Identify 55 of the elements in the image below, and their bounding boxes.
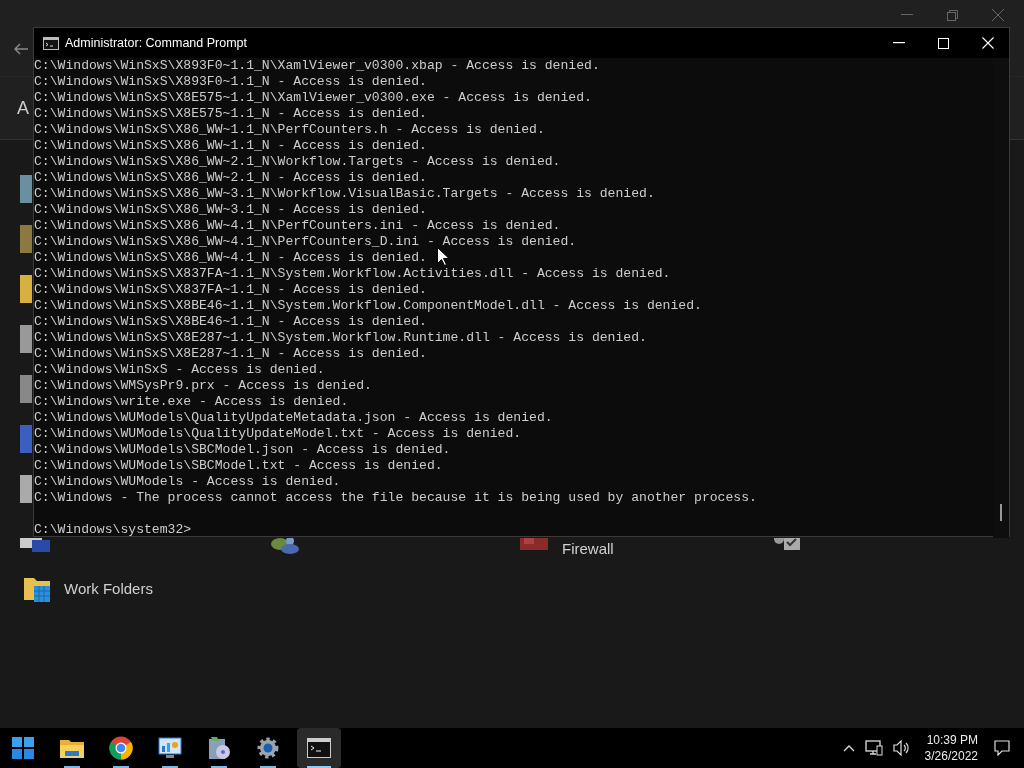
- mouse-cursor-icon: [437, 247, 449, 266]
- clock-date[interactable]: 3/26/2022: [924, 748, 978, 764]
- console-line: C:\Windows\WinSxS\X837FA~1.1_N\System.Workflow.Activities.dll - Access is denied.: [34, 266, 671, 282]
- control-panel-link[interactable]: Work Folders: [64, 579, 153, 597]
- folder-icon: [60, 738, 84, 758]
- monitor-chart-icon: [158, 737, 182, 759]
- browser-icon: [109, 736, 133, 760]
- console-line: C:\Windows\WinSxS\X86_WW~4.1_N\PerfCounters.ini - Access is denied.: [34, 218, 561, 234]
- taskbar-button[interactable]: [297, 728, 341, 768]
- console-line: C:\Windows\WinSxS\X8BE46~1.1_N\System.Workflow.ComponentModel.dll - Access is denied.: [34, 298, 702, 314]
- notification-icon[interactable]: [994, 740, 1010, 756]
- console-line: C:\Windows\WUModels\QualityUpdateModel.txt - Access is denied.: [34, 426, 522, 442]
- console-line: C:\Windows\WinSxS\X86_WW~1.1_N - Access is denied.: [34, 138, 427, 154]
- console-line: C:\Windows\WinSxS\X8E287~1.1_N - Access is denied.: [34, 346, 427, 362]
- settings-icon: [256, 736, 280, 760]
- console-line: C:\Windows\WUModels\SBCModel.txt - Access is denied.: [34, 458, 443, 474]
- console-line: C:\Windows\WinSxS\X86_WW~3.1_N\Workflow.VisualBasic.Targets - Access is denied.: [34, 186, 655, 202]
- maximize-icon[interactable]: [938, 37, 949, 49]
- console-line: C:\Windows\WinSxS\X86_WW~4.1_N - Access is denied.: [34, 250, 427, 266]
- users-icon: [270, 538, 300, 554]
- console-line: C:\Windows\WinSxS\X86_WW~4.1_N\PerfCounters_D.ini - Access is denied.: [34, 234, 577, 250]
- console-line: C:\Windows\WinSxS\X8E575~1.1_N\XamlViewer_v0300.exe - Access is denied.: [34, 90, 592, 106]
- console-line: C:\Windows\WinSxS\X86_WW~2.1_N - Access is denied.: [34, 170, 427, 186]
- console-line: C:\Windows\WinSxS\X86_WW~3.1_N - Access is denied.: [34, 202, 427, 218]
- console-line: C:\Windows\WinSxS\X837FA~1.1_N - Access is denied.: [34, 282, 427, 298]
- console-line: C:\Windows\WMSysPr9.prx - Access is denied.: [34, 378, 372, 394]
- console-line: C:\Windows\WinSxS\X8E575~1.1_N - Access is denied.: [34, 106, 427, 122]
- console-line: C:\Windows\WUModels\SBCModel.json - Access is denied.: [34, 442, 451, 458]
- console-line: C:\Windows\WinSxS\X893F0~1.1_N - Access is denied.: [34, 74, 427, 90]
- console-line: C:\Windows\WinSxS\X8E287~1.1_N\System.Workflow.Runtime.dll - Access is denied.: [34, 330, 647, 346]
- minimize-icon[interactable]: [893, 42, 905, 44]
- package-disc-icon: [207, 735, 231, 761]
- console-line: C:\Windows - The process cannot access the file because it is being used by another process.: [34, 490, 757, 506]
- terminal-icon: [307, 738, 331, 758]
- clock-time[interactable]: 10:39 PM: [926, 732, 978, 748]
- console-line: C:\Windows\WinSxS\X86_WW~2.1_N\Workflow.Targets - Access is denied.: [34, 154, 561, 170]
- console-line: C:\Windows\WinSxS\X86_WW~1.1_N\PerfCounters.h - Access is denied.: [34, 122, 545, 138]
- scrollbar-thumb[interactable]: [1000, 504, 1002, 521]
- restore-icon[interactable]: [947, 9, 958, 21]
- back-arrow-icon[interactable]: [14, 43, 28, 55]
- terminal-icon: [43, 36, 59, 50]
- chevron-up-icon[interactable]: [842, 744, 855, 752]
- console-line: C:\Windows\WUModels - Access is denied.: [34, 474, 341, 490]
- speaker-icon[interactable]: [892, 740, 911, 756]
- console-line: C:\Windows\WinSxS\X8BE46~1.1_N - Access is denied.: [34, 314, 427, 330]
- window-title: Administrator: Command Prompt: [65, 36, 247, 50]
- page-heading: A: [17, 97, 29, 119]
- console-line: C:\Windows\WinSxS - Access is denied.: [34, 362, 325, 378]
- command-prompt[interactable]: C:\Windows\system32>: [34, 522, 192, 538]
- console-line: C:\Windows\WUModels\QualityUpdateMetadata.json - Access is denied.: [34, 410, 553, 426]
- windows-logo-icon: [12, 737, 34, 759]
- console-line: C:\Windows\WinSxS\X893F0~1.1_N\XamlViewer_v0300.xbap - Access is denied.: [34, 58, 600, 74]
- console-line: C:\Windows\write.exe - Access is denied.: [34, 394, 349, 410]
- network-icon[interactable]: [864, 740, 883, 756]
- control-panel-link[interactable]: Firewall: [562, 540, 614, 558]
